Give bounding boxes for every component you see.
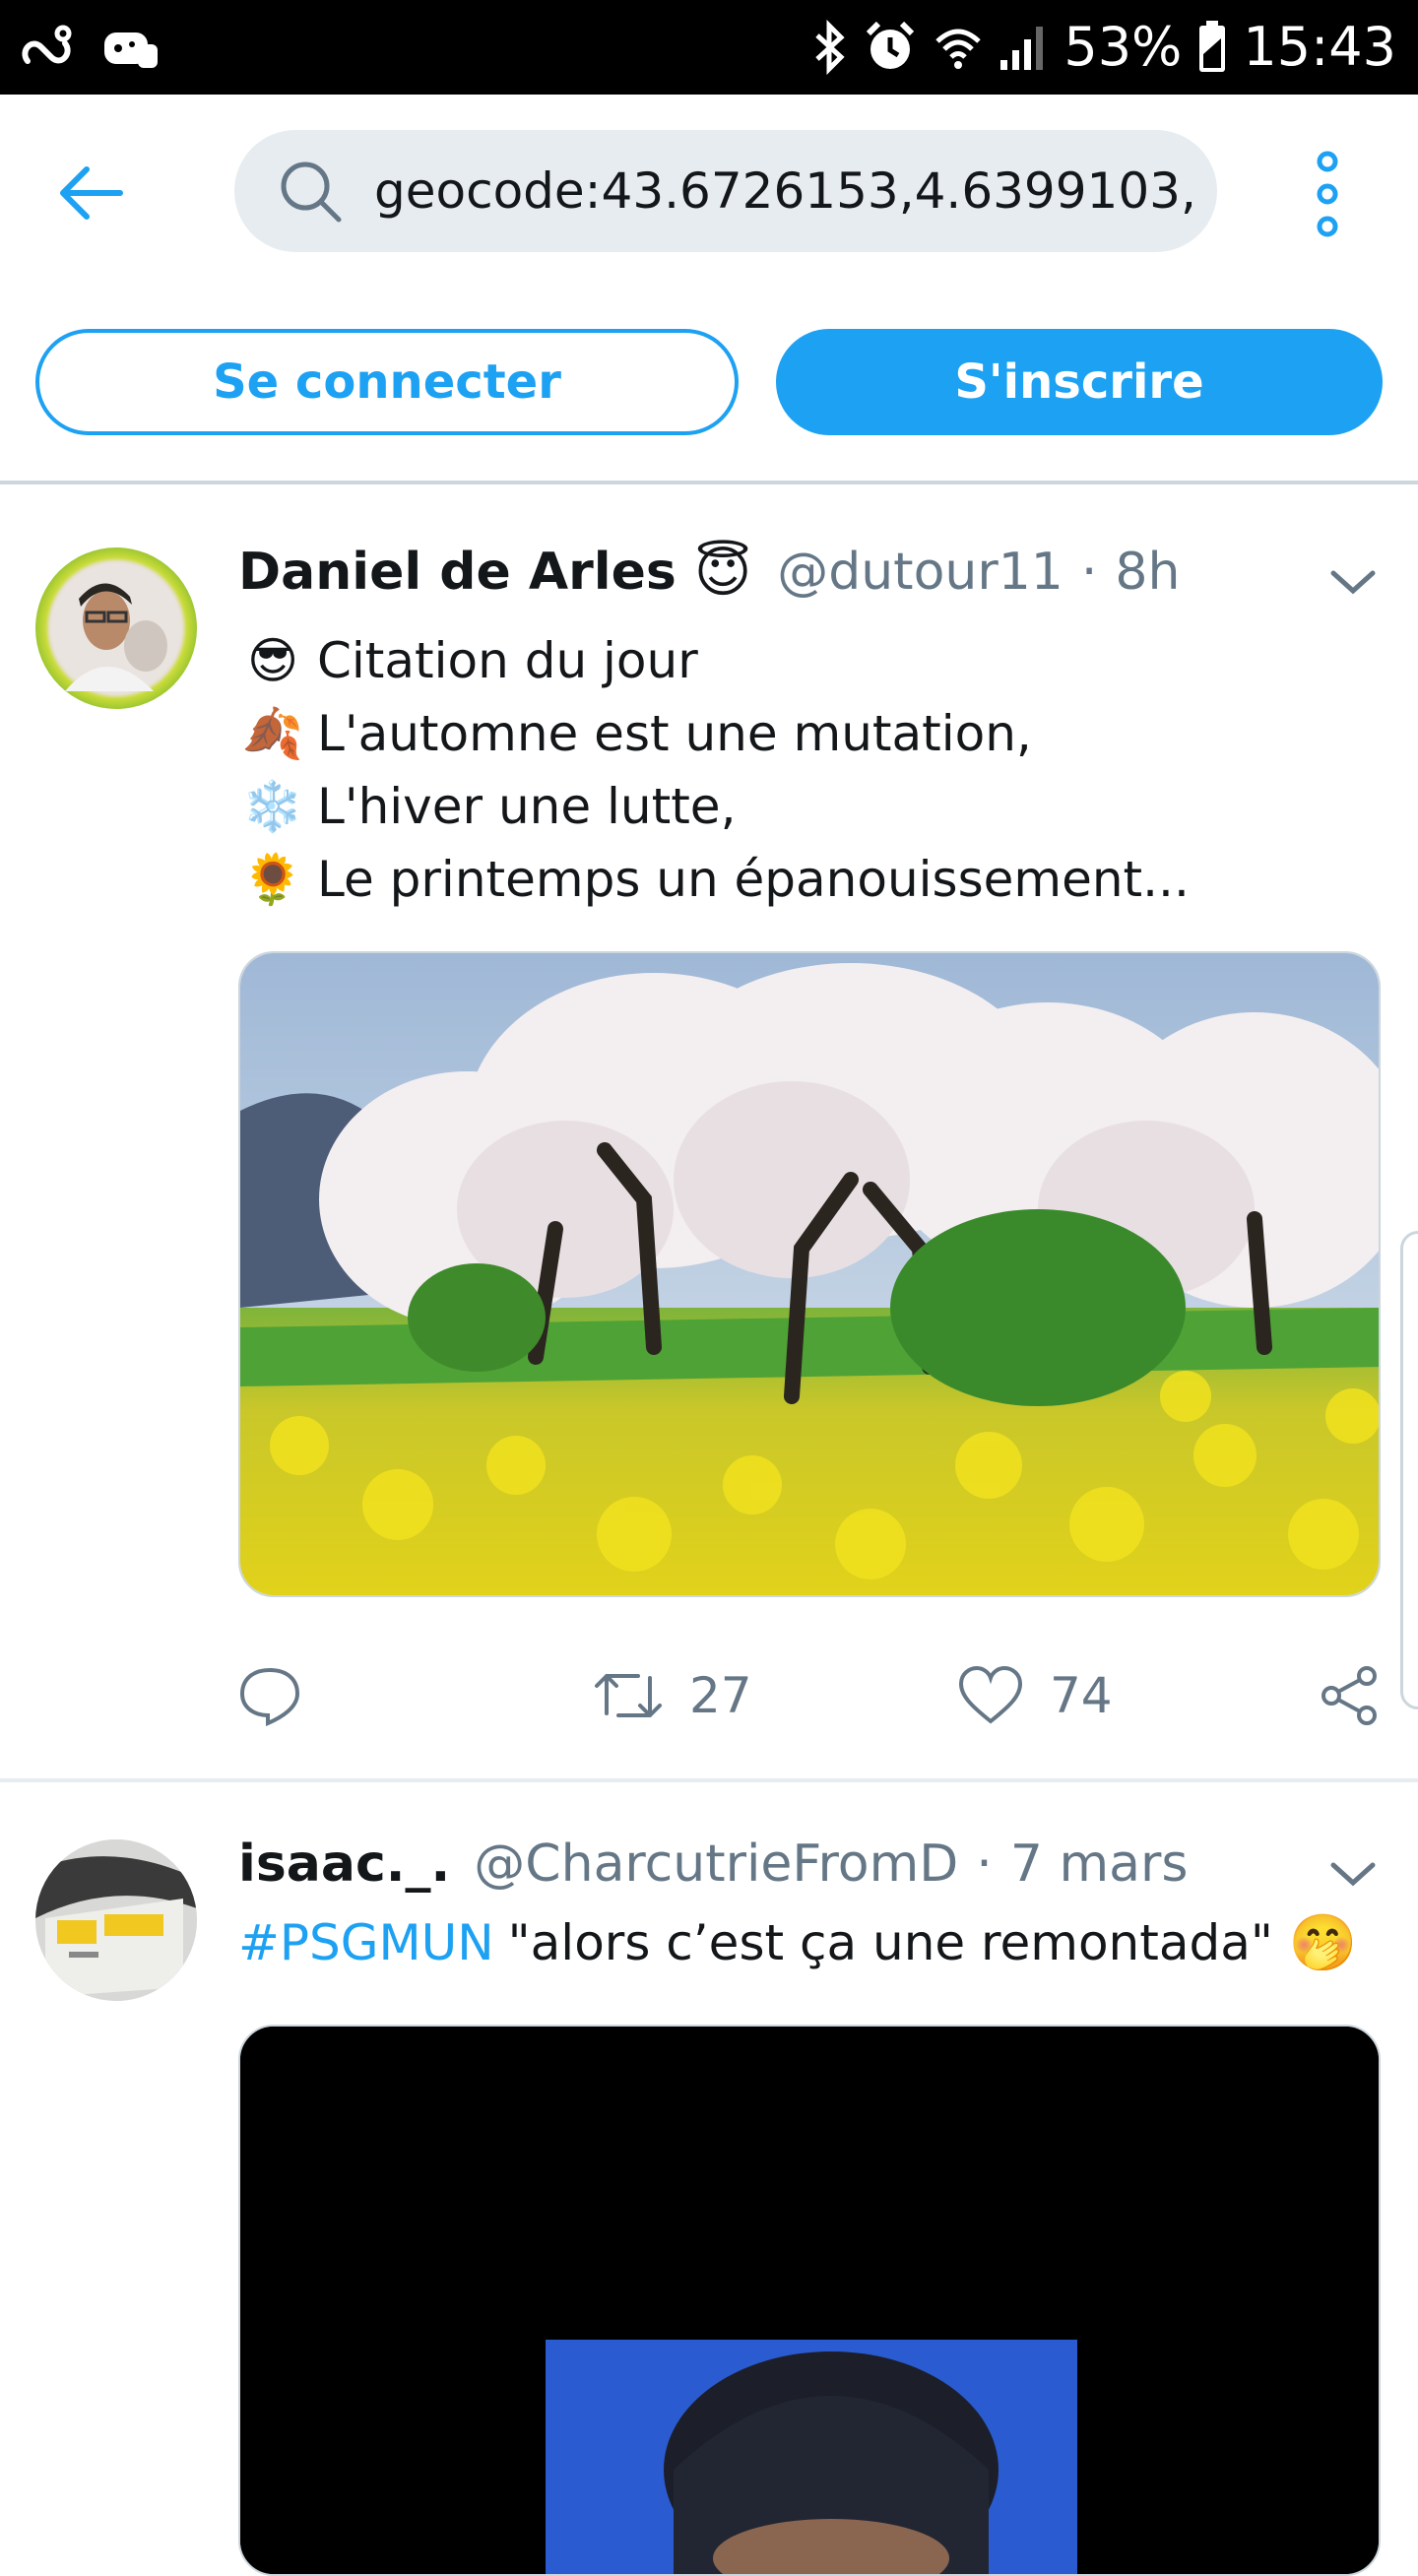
back-arrow-icon[interactable] [51, 154, 130, 232]
user-handle[interactable]: @dutour11 [777, 543, 1064, 602]
user-name[interactable]: Daniel de Arles [238, 543, 677, 602]
tweet-image[interactable] [238, 951, 1381, 1597]
tweet-text: "alors c’est ça une remontada" [507, 1914, 1273, 1971]
tweet-text: Le printemps un épanouissement... [317, 851, 1190, 908]
tweet-video[interactable] [238, 2025, 1381, 2576]
chevron-down-icon[interactable] [1329, 1859, 1377, 1889]
search-icon [281, 161, 342, 223]
tweet-header: Daniel de Arles 😇 @dutour11 · 8h [238, 538, 1180, 607]
hashtag-link[interactable]: #PSGMUN [238, 1914, 494, 1971]
avatar-photo [35, 1839, 197, 2001]
emoji: 😎 [246, 632, 299, 689]
tweet-time[interactable]: 7 mars [1010, 1835, 1189, 1894]
share-button[interactable] [1318, 1664, 1381, 1727]
tweet-divider [0, 1778, 1418, 1782]
tweet[interactable]: Daniel de Arles 😇 @dutour11 · 8h 😎 Citat… [0, 532, 1418, 1772]
separator-dot: · [1080, 543, 1098, 602]
search-header [0, 95, 1418, 288]
link-notification-icon [18, 22, 75, 73]
avatar[interactable] [35, 1839, 197, 2001]
tweet-line: ❄️ L'hiver une lutte, [238, 772, 737, 841]
clock-time: 15:43 [1243, 16, 1396, 78]
avatar[interactable] [35, 547, 197, 709]
retweet-count: 27 [689, 1667, 752, 1724]
like-count: 74 [1050, 1667, 1113, 1724]
emoji: 🌻 [241, 850, 304, 908]
status-bar: 53% 15:43 [0, 0, 1418, 95]
tweet-header: isaac._. @CharcutrieFromD · 7 mars [238, 1830, 1188, 1899]
reply-icon [239, 1667, 300, 1727]
battery-icon [1197, 20, 1227, 74]
game-controller-icon [100, 23, 160, 72]
tweet-text: Citation du jour [317, 632, 698, 689]
search-input[interactable] [374, 162, 1192, 220]
tweet-actions: 27 74 [238, 1664, 1390, 1743]
avatar-photo [51, 563, 181, 693]
user-handle[interactable]: @CharcutrieFromD [474, 1835, 958, 1894]
bluetooth-icon [813, 19, 847, 75]
tweet-time[interactable]: 8h [1115, 543, 1180, 602]
user-name[interactable]: isaac._. [238, 1835, 450, 1894]
wifi-icon [934, 22, 983, 73]
share-icon [1321, 1666, 1377, 1725]
tweet-line: #PSGMUN "alors c’est ça une remontada" 🤭 [238, 1910, 1358, 1975]
tweet-line: 🌻 Le printemps un épanouissement... [238, 845, 1190, 914]
tweet[interactable]: isaac._. @CharcutrieFromD · 7 mars #PSGM… [0, 1830, 1418, 2576]
alarm-icon [863, 20, 918, 75]
tweet-text: L'automne est une mutation, [317, 705, 1032, 762]
login-button[interactable]: Se connecter [35, 329, 739, 435]
signup-button[interactable]: S'inscrire [776, 329, 1383, 435]
emoji: 🍂 [241, 704, 304, 762]
retweet-button[interactable]: 27 [593, 1664, 752, 1727]
header-divider [0, 481, 1418, 484]
video-frame [240, 2027, 1379, 2574]
name-emoji: 😇 [693, 540, 752, 605]
auth-buttons: Se connecter S'inscrire [0, 325, 1418, 441]
tweet-text: L'hiver une lutte, [317, 778, 737, 835]
tweet-line: 😎 Citation du jour [238, 626, 698, 695]
signal-icon [999, 23, 1048, 72]
separator-dot: · [976, 1835, 993, 1894]
emoji: 🤭 [1288, 1911, 1358, 1975]
blossom-field-photo [240, 953, 1379, 1595]
reply-button[interactable] [238, 1664, 301, 1727]
like-button[interactable]: 74 [957, 1664, 1113, 1727]
chevron-down-icon[interactable] [1329, 567, 1377, 597]
search-bar[interactable] [234, 130, 1217, 252]
emoji: ❄️ [241, 777, 304, 835]
heart-icon [958, 1665, 1023, 1724]
tweet-line: 🍂 L'automne est une mutation, [238, 699, 1032, 768]
retweet-icon [595, 1674, 662, 1717]
battery-percent: 53% [1064, 16, 1183, 78]
more-options-icon[interactable] [1300, 150, 1355, 238]
